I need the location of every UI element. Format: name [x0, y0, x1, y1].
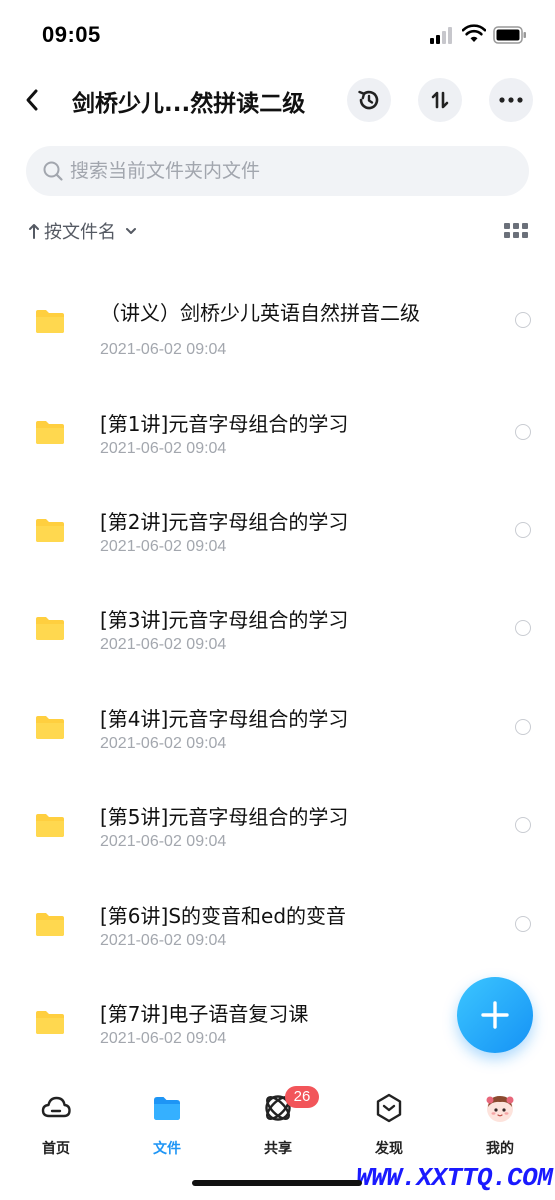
folder-icon: [154, 1097, 180, 1120]
watermark: WWW.XXTTQ.COM: [356, 1163, 553, 1193]
select-circle[interactable]: [515, 424, 531, 440]
page-title: 剑桥少儿...然拼读二级: [72, 91, 306, 117]
more-dots-icon: [499, 97, 523, 103]
back-button[interactable]: [12, 78, 52, 122]
select-circle[interactable]: [515, 522, 531, 538]
file-name: [第1讲]元音字母组合的学习: [100, 412, 349, 436]
tab-bar: 首页 文件 26 共享 发现 我的: [0, 1080, 555, 1170]
file-list-item[interactable]: [第5讲]元音字母组合的学习 2021-06-02 09:04: [0, 787, 555, 885]
file-list-item[interactable]: [第3讲]元音字母组合的学习 2021-06-02 09:04: [0, 590, 555, 688]
select-circle[interactable]: [515, 719, 531, 735]
file-list-item[interactable]: [第6讲]S的变音和ed的变音 2021-06-02 09:04: [0, 886, 555, 984]
file-name: [第2讲]元音字母组合的学习: [100, 510, 349, 534]
notification-badge: 26: [285, 1086, 319, 1108]
history-icon: [358, 90, 379, 110]
sort-arrow-up-icon: [29, 224, 39, 239]
select-circle[interactable]: [515, 312, 531, 328]
chevron-left-icon: [26, 89, 38, 111]
avatar-icon: [486, 1096, 514, 1122]
file-date: 2021-06-02 09:04: [100, 932, 227, 949]
folder-icon: [36, 617, 64, 640]
file-name: [第5讲]元音字母组合的学习: [100, 805, 349, 829]
grid-view-icon[interactable]: [504, 220, 528, 240]
file-date: 2021-06-02 09:04: [100, 440, 227, 457]
tab-me[interactable]: 我的: [455, 1090, 545, 1160]
transfer-arrows-icon: [431, 91, 449, 109]
folder-icon: [36, 913, 64, 936]
file-list-item[interactable]: [第2讲]元音字母组合的学习 2021-06-02 09:04: [0, 492, 555, 590]
tab-discover[interactable]: 发现: [344, 1090, 434, 1160]
chevron-down-icon: [126, 228, 136, 234]
sort-button[interactable]: 按文件名: [28, 218, 138, 244]
file-list-item[interactable]: [第4讲]元音字母组合的学习 2021-06-02 09:04: [0, 689, 555, 787]
file-name: （讲义）剑桥少儿英语自然拼音二级: [100, 301, 420, 325]
file-list-item[interactable]: （讲义）剑桥少儿英语自然拼音二级 2021-06-02 09:04: [0, 270, 555, 380]
more-button[interactable]: [489, 78, 533, 122]
file-date: 2021-06-02 09:04: [100, 735, 227, 752]
sort-label: 按文件名: [44, 222, 116, 243]
status-time: 09:05: [42, 22, 101, 47]
search-input[interactable]: [70, 156, 510, 186]
folder-icon: [36, 421, 64, 444]
tab-share[interactable]: 26 共享: [233, 1086, 323, 1160]
tab-label: 发现: [375, 1141, 403, 1157]
home-indicator: [192, 1180, 362, 1186]
file-name: [第3讲]元音字母组合的学习: [100, 608, 349, 632]
search-bar[interactable]: [26, 146, 529, 196]
file-name: [第7讲]电子语音复习课: [100, 1002, 309, 1026]
status-bar: 09:05: [0, 0, 555, 64]
folder-icon: [36, 519, 64, 542]
select-circle[interactable]: [515, 916, 531, 932]
battery-icon: [493, 26, 526, 44]
plus-icon: [481, 1001, 509, 1029]
file-date: 2021-06-02 09:04: [100, 636, 227, 653]
cloud-icon: [41, 1096, 71, 1118]
search-icon: [43, 161, 63, 181]
file-name: [第4讲]元音字母组合的学习: [100, 707, 349, 731]
add-button[interactable]: [457, 977, 533, 1053]
file-date: 2021-06-02 09:04: [100, 538, 227, 555]
sort-row: 按文件名: [28, 214, 528, 248]
tab-label: 文件: [153, 1141, 181, 1157]
transfer-button[interactable]: [418, 78, 462, 122]
file-date: 2021-06-02 09:04: [100, 1030, 227, 1047]
cellular-signal-icon: [430, 26, 456, 44]
tab-home[interactable]: 首页: [11, 1090, 101, 1160]
wifi-icon: [462, 24, 486, 42]
file-date: 2021-06-02 09:04: [100, 341, 227, 358]
file-list-item[interactable]: [第1讲]元音字母组合的学习 2021-06-02 09:04: [0, 394, 555, 492]
select-circle[interactable]: [515, 620, 531, 636]
select-circle[interactable]: [515, 817, 531, 833]
tab-label: 共享: [264, 1141, 292, 1157]
folder-icon: [36, 716, 64, 739]
history-button[interactable]: [347, 78, 391, 122]
file-name: [第6讲]S的变音和ed的变音: [100, 904, 347, 928]
folder-icon: [36, 814, 64, 837]
tab-label: 首页: [42, 1141, 70, 1157]
folder-icon: [36, 310, 64, 333]
tab-files[interactable]: 文件: [122, 1090, 212, 1160]
header: 剑桥少儿...然拼读二级: [0, 70, 555, 130]
folder-icon: [36, 1011, 64, 1034]
tab-label: 我的: [486, 1141, 514, 1157]
discover-icon: [376, 1093, 402, 1123]
file-date: 2021-06-02 09:04: [100, 833, 227, 850]
